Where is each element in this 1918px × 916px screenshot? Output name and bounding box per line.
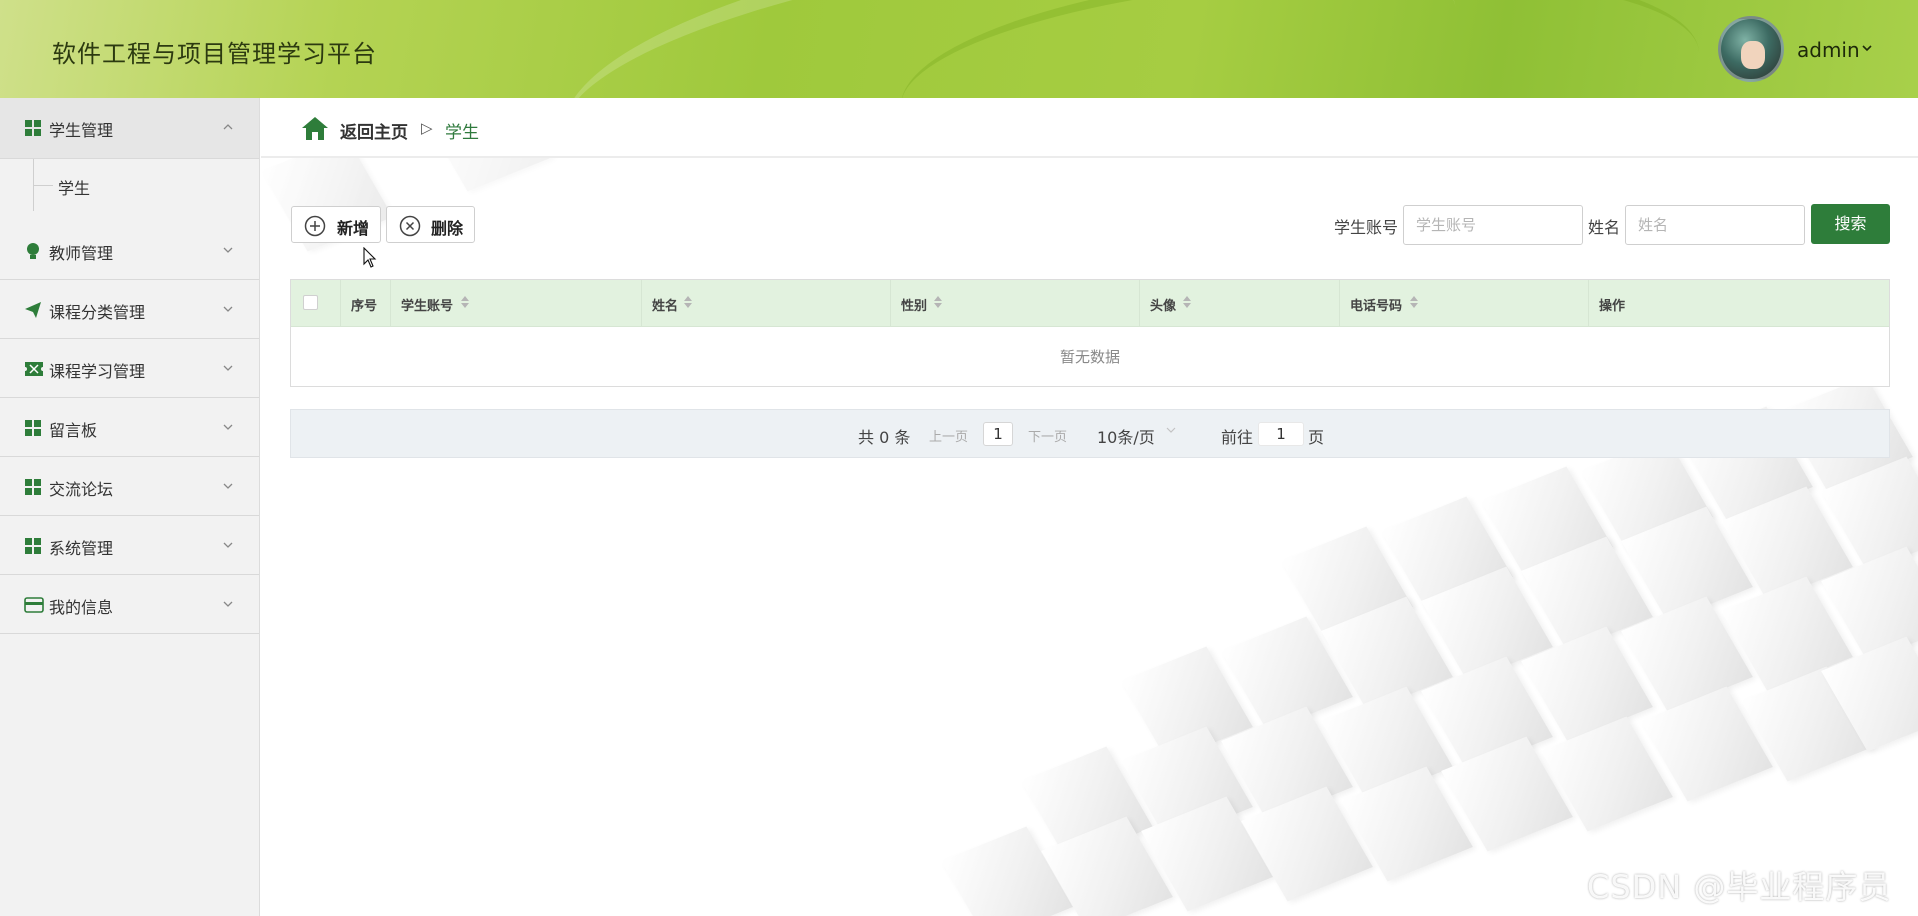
page-size-select[interactable]: 10条/页: [1097, 424, 1155, 448]
name-search-input[interactable]: [1625, 205, 1805, 245]
sidebar-item-label: 留言板: [49, 421, 98, 440]
grid-icon: [24, 419, 42, 437]
sidebar-item-forum[interactable]: 交流论坛: [0, 457, 259, 516]
top-header: 软件工程与项目管理学习平台 admin: [0, 0, 1918, 98]
sidebar-item-label: 交流论坛: [49, 480, 114, 499]
chevron-down-icon: [222, 359, 234, 371]
column-header[interactable]: 学生账号: [391, 280, 642, 327]
sort-icon[interactable]: [684, 295, 692, 309]
close-circle-icon: [399, 215, 421, 237]
column-header[interactable]: 性别: [891, 280, 1140, 327]
ticket-icon: [24, 360, 43, 378]
card-icon: [24, 596, 44, 614]
column-header: 操作: [1589, 280, 1889, 327]
breadcrumb: 返回主页 ▷ 学生: [261, 98, 1918, 158]
plus-circle-icon: [304, 215, 326, 237]
home-icon[interactable]: [301, 115, 329, 141]
chevron-down-icon: [222, 241, 234, 253]
sort-icon[interactable]: [934, 295, 942, 309]
search-button[interactable]: 搜索: [1811, 204, 1890, 244]
grid-icon: [24, 537, 42, 555]
current-page[interactable]: 1: [983, 422, 1013, 446]
sidebar-item-label: 学生管理: [49, 121, 114, 140]
account-label: 学生账号: [1334, 218, 1399, 237]
sort-icon[interactable]: [461, 295, 469, 309]
sidebar-item-label: 我的信息: [49, 598, 114, 617]
sidebar-item-label: 课程分类管理: [49, 303, 146, 322]
lightbulb-icon: [24, 242, 42, 260]
goto-label: 前往: [1221, 428, 1254, 447]
avatar-face: [1741, 41, 1765, 69]
empty-table-text: 暂无数据: [1059, 348, 1120, 366]
breadcrumb-separator: ▷: [421, 119, 433, 137]
sort-icon[interactable]: [1410, 295, 1418, 309]
username[interactable]: admin: [1797, 38, 1860, 62]
select-all-checkbox[interactable]: [303, 295, 318, 310]
add-button[interactable]: 新增: [291, 206, 381, 243]
chevron-down-icon[interactable]: [1861, 42, 1873, 56]
column-header[interactable]: 电话号码: [1340, 280, 1589, 327]
sidebar-item-student-management[interactable]: 学生管理: [0, 98, 259, 159]
app-title: 软件工程与项目管理学习平台: [52, 40, 377, 68]
delete-button[interactable]: 删除: [386, 206, 475, 243]
home-link[interactable]: 返回主页: [340, 118, 408, 143]
column-header-label: 姓名: [652, 299, 679, 314]
pagination: 共 0 条 上一页 1 下一页 10条/页 前往 1 页: [290, 409, 1890, 458]
sidebar-item-label: 系统管理: [49, 539, 114, 558]
column-header-label: 学生账号: [401, 299, 454, 314]
chevron-down-icon: [222, 477, 234, 489]
grid-icon: [24, 478, 42, 496]
prev-page-button[interactable]: 上一页: [929, 426, 968, 445]
sidebar-item-my-info[interactable]: 我的信息: [0, 575, 259, 634]
page-suffix: 页: [1308, 428, 1325, 447]
sort-icon[interactable]: [1183, 295, 1191, 309]
column-header[interactable]: 姓名: [642, 280, 891, 327]
column-header[interactable]: 序号: [341, 280, 391, 327]
tree-line: [33, 185, 53, 186]
data-table: 序号 学生账号 姓名 性别 头像 电话号码 操作 暂无数据: [290, 279, 1890, 387]
sidebar-item-teacher-management[interactable]: 教师管理: [0, 221, 259, 280]
chevron-down-icon: [222, 595, 234, 607]
column-header-label: 序号: [351, 299, 378, 314]
column-header[interactable]: 头像: [1140, 280, 1340, 327]
sidebar-subitem-student[interactable]: 学生: [0, 159, 259, 221]
chevron-down-icon[interactable]: [1166, 426, 1176, 437]
grid-icon: [24, 119, 42, 137]
chevron-down-icon: [222, 536, 234, 548]
sidebar-item-course-category[interactable]: 课程分类管理: [0, 280, 259, 339]
next-page-button[interactable]: 下一页: [1028, 426, 1067, 445]
column-header-label: 性别: [901, 299, 928, 314]
breadcrumb-current: 学生: [445, 123, 479, 143]
sidebar-subitem-label: 学生: [58, 179, 91, 198]
chevron-down-icon: [222, 300, 234, 312]
mouse-cursor-icon: [363, 246, 377, 269]
column-select: [291, 280, 341, 327]
sidebar: 学生管理 学生 教师管理 课程分类管理 课程学习管理 留言板 交流论坛 系统管理…: [0, 98, 260, 916]
paper-plane-icon: [24, 301, 42, 319]
avatar[interactable]: [1718, 16, 1784, 82]
sidebar-item-system-management[interactable]: 系统管理: [0, 516, 259, 575]
sidebar-item-message-board[interactable]: 留言板: [0, 398, 259, 457]
add-button-label: 新增: [337, 219, 370, 238]
account-search-input[interactable]: [1403, 205, 1583, 245]
name-label: 姓名: [1588, 218, 1621, 237]
sidebar-item-label: 教师管理: [49, 244, 114, 263]
chevron-up-icon: [222, 118, 234, 130]
chevron-down-icon: [222, 418, 234, 430]
column-header-label: 头像: [1150, 299, 1177, 314]
sidebar-item-label: 课程学习管理: [49, 362, 146, 381]
total-count: 共 0 条: [858, 428, 911, 447]
sidebar-item-course-study[interactable]: 课程学习管理: [0, 339, 259, 398]
table-header: 序号 学生账号 姓名 性别 头像 电话号码 操作: [291, 280, 1889, 327]
column-header-label: 电话号码: [1350, 299, 1403, 314]
goto-input[interactable]: 1: [1258, 422, 1304, 446]
watermark: CSDN @毕业程序员: [1587, 868, 1892, 906]
delete-button-label: 删除: [431, 219, 464, 238]
column-header-label: 操作: [1599, 299, 1626, 314]
